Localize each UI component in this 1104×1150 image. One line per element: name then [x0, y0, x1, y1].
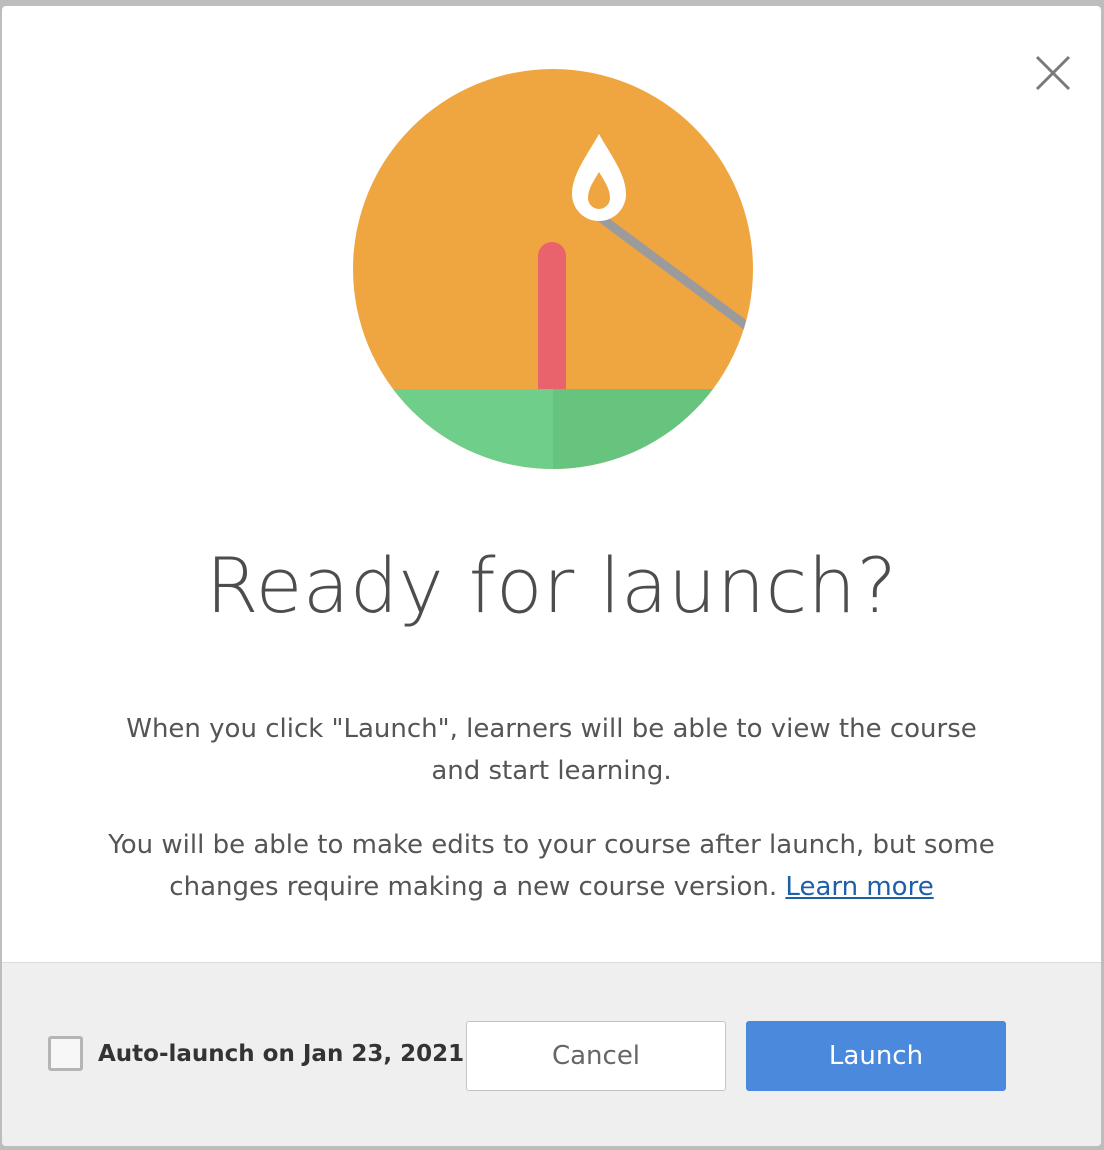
launch-illustration [352, 68, 754, 470]
dialog-title: Ready for launch? [205, 541, 898, 630]
launch-dialog: Ready for launch? When you click "Launch… [2, 6, 1101, 1146]
launch-description: When you click "Launch", learners will b… [126, 714, 977, 786]
close-button[interactable] [1032, 52, 1076, 96]
launch-button[interactable]: Launch [746, 1021, 1006, 1091]
close-icon [1035, 55, 1071, 91]
candle-icon [538, 242, 566, 389]
auto-launch-label[interactable]: Auto-launch on Jan 23, 2021 [98, 1041, 464, 1067]
cancel-button[interactable]: Cancel [466, 1021, 726, 1091]
dialog-footer: Auto-launch on Jan 23, 2021 Cancel Launc… [2, 962, 1101, 1146]
illustration-ground-left [353, 389, 553, 469]
auto-launch-checkbox[interactable] [48, 1036, 83, 1071]
illustration-ground-right [553, 389, 753, 469]
edit-description: You will be able to make edits to your c… [102, 824, 1001, 908]
learn-more-link[interactable]: Learn more [785, 872, 933, 902]
